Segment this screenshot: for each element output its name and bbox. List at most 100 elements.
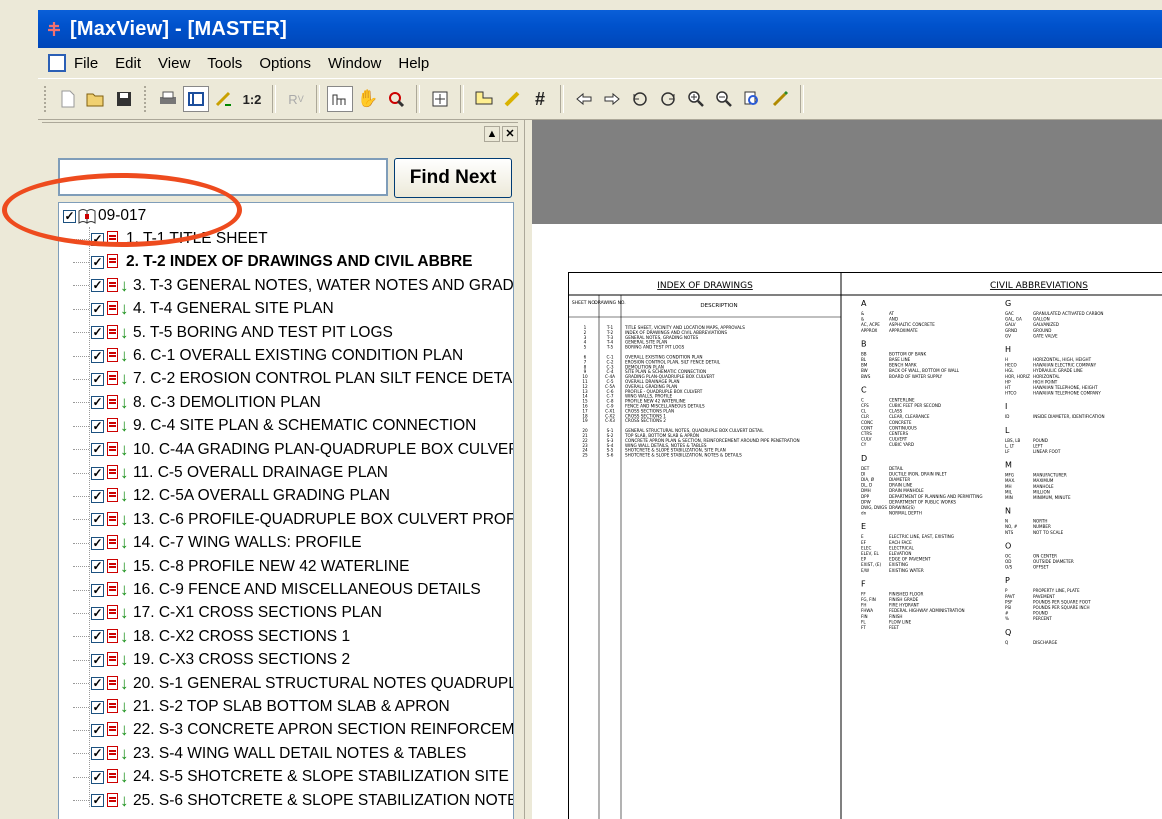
tree-item[interactable]: ✓ ↓ 18. C-X2 CROSS SECTIONS 1	[73, 626, 350, 648]
tree-item[interactable]: ✓ ↓ 13. C-6 PROFILE-QUADRUPLE BOX CULVERT …	[73, 509, 513, 531]
checkbox[interactable]: ✓	[91, 255, 104, 269]
checkbox[interactable]: ✓	[91, 723, 104, 737]
close-icon[interactable]: ✕	[502, 126, 518, 142]
drawing-sheet: INDEX OF DRAWINGS CIVIL ABBREVIATIONS SHEE…	[568, 272, 1162, 819]
tree-item-label: 12. C-5A OVERALL GRADING PLAN	[133, 487, 390, 505]
abbrev-meaning: HYDRAULIC GRADE LINE	[1033, 368, 1083, 373]
title-bar[interactable]: [MaxView] - [MASTER]	[38, 10, 1162, 48]
new-icon[interactable]	[55, 86, 81, 112]
menu-options[interactable]: Options	[259, 55, 311, 72]
zoom-in-icon[interactable]	[683, 86, 709, 112]
tree-item[interactable]: ✓ ↓ 19. C-X3 CROSS SECTIONS 2	[73, 649, 350, 671]
tree-item[interactable]: ✓ ↓ 4. T-4 GENERAL SITE PLAN	[73, 298, 334, 320]
abbrev-meaning: ELECTRICAL	[889, 545, 915, 550]
tree-item[interactable]: ✓ ↓ 8. C-3 DEMOLITION PLAN	[73, 392, 321, 414]
menu-help[interactable]: Help	[398, 55, 429, 72]
tree-item[interactable]: ✓ ↓ 24. S-5 SHOTCRETE & SLOPE STABILIZATIO…	[73, 766, 509, 788]
abbrev-code: FF	[861, 591, 866, 596]
tree-item[interactable]: ✓ ↓ 20. S-1 GENERAL STRUCTURAL NOTES QUADR…	[73, 673, 513, 695]
tree-item[interactable]: ✓ ↓ 16. C-9 FENCE AND MISCELLANEOUS DETAIL…	[73, 579, 481, 601]
abbrev-meaning: PROPERTY LINE, PLATE	[1033, 588, 1080, 593]
tree-item[interactable]: ✓ ↓ 3. T-3 GENERAL NOTES, WATER NOTES AND …	[73, 275, 513, 297]
print-icon[interactable]	[155, 86, 181, 112]
checkbox[interactable]: ✓	[91, 372, 104, 386]
checkbox[interactable]: ✓	[91, 302, 104, 316]
tree-item[interactable]: ✓ ↓ 10. C-4A GRADING PLAN-QUADRUPLE BOX CU…	[73, 439, 513, 461]
checkbox[interactable]: ✓	[91, 536, 104, 550]
measure-length-icon[interactable]	[499, 86, 525, 112]
menu-window[interactable]: Window	[328, 55, 381, 72]
restore-icon[interactable]: ▲	[484, 126, 500, 142]
checkbox[interactable]: ✓	[91, 443, 104, 457]
layout-icon[interactable]	[183, 86, 209, 112]
menu-tools[interactable]: Tools	[207, 55, 242, 72]
checkbox[interactable]: ✓	[91, 279, 104, 293]
markup-pen-icon[interactable]	[767, 86, 793, 112]
toolbar-grip[interactable]	[44, 86, 49, 112]
tree-item-label: 19. C-X3 CROSS SECTIONS 2	[133, 651, 351, 669]
tree-item[interactable]: ✓ ↓ 22. S-3 CONCRETE APRON SECTION REINFOR…	[73, 719, 513, 741]
zoom-page-icon[interactable]	[739, 86, 765, 112]
tree-item[interactable]: ✓ ↓ 11. C-5 OVERALL DRAINAGE PLAN	[73, 462, 388, 484]
checkbox[interactable]: ✓	[91, 747, 104, 761]
zoom-ratio-button[interactable]: 1:2	[239, 86, 265, 112]
checkbox[interactable]: ✓	[91, 606, 104, 620]
checkbox[interactable]: ✓	[91, 770, 104, 784]
zoom-window-icon[interactable]	[383, 86, 409, 112]
tree-connector	[73, 729, 89, 731]
tree-item[interactable]: ✓ ↓ 23. S-4 WING WALL DETAIL NOTES & TABLE…	[73, 743, 466, 765]
pan-hand-icon[interactable]: ✋	[355, 86, 381, 112]
drawing-viewer[interactable]: INDEX OF DRAWINGS CIVIL ABBREVIATIONS SHEE…	[532, 120, 1162, 819]
menu-file[interactable]: File	[74, 55, 98, 72]
checkbox[interactable]: ✓	[91, 513, 104, 527]
tree-item[interactable]: ✓ ↓ 5. T-5 BORING AND TEST PIT LOGS	[73, 322, 393, 344]
tree-item[interactable]: ✓ 2. T-2 INDEX OF DRAWINGS AND CIVIL ABBR…	[73, 251, 473, 273]
fit-icon[interactable]	[427, 86, 453, 112]
tree-item[interactable]: ✓ ↓ 25. S-6 SHOTCRETE & SLOPE STABILIZATIO…	[73, 790, 513, 812]
zoom-out-icon[interactable]	[711, 86, 737, 112]
count-button[interactable]: #	[527, 86, 553, 112]
checkbox[interactable]: ✓	[91, 700, 104, 714]
save-icon[interactable]	[111, 86, 137, 112]
select-icon[interactable]	[327, 86, 353, 112]
checkbox[interactable]: ✓	[91, 349, 104, 363]
find-next-button[interactable]: Find Next	[394, 158, 512, 198]
markup-icon[interactable]	[211, 86, 237, 112]
checkbox[interactable]: ✓	[91, 396, 104, 410]
tree-item[interactable]: ✓ ↓ 15. C-8 PROFILE NEW 42 WATERLINE	[73, 556, 409, 578]
rotate-right-icon[interactable]	[655, 86, 681, 112]
checkbox[interactable]: ✓	[91, 677, 104, 691]
tree-item[interactable]: ✓ ↓ 12. C-5A OVERALL GRADING PLAN	[73, 485, 390, 507]
abbrev-code: NTS	[1005, 530, 1014, 535]
next-page-icon[interactable]	[599, 86, 625, 112]
checkbox[interactable]: ✓	[91, 560, 104, 574]
abbrev-code: GAC	[1005, 311, 1014, 316]
checkbox[interactable]: ✓	[91, 653, 104, 667]
checkbox[interactable]: ✓	[91, 630, 104, 644]
menu-edit[interactable]: Edit	[115, 55, 141, 72]
measure-area-icon[interactable]	[471, 86, 497, 112]
tree-item[interactable]: ✓ ↓ 9. C-4 SITE PLAN & SCHEMATIC CONNECTIO…	[73, 415, 476, 437]
tree-item[interactable]: ✓ ↓ 6. C-1 OVERALL EXISTING CONDITION PLAN	[73, 345, 463, 367]
checkbox[interactable]: ✓	[91, 466, 104, 480]
tree-item[interactable]: ✓ ↓ 7. C-2 EROSION CONTROL PLAN SILT FENCE…	[73, 368, 513, 390]
menu-view[interactable]: View	[158, 55, 190, 72]
tree-connector	[73, 753, 89, 755]
open-icon[interactable]	[83, 86, 109, 112]
document-icon[interactable]	[48, 54, 66, 72]
checkbox[interactable]: ✓	[91, 419, 104, 433]
checkbox[interactable]: ✓	[91, 489, 104, 503]
rotate-left-icon[interactable]	[627, 86, 653, 112]
checkbox[interactable]: ✓	[91, 583, 104, 597]
pdf-page-icon	[106, 465, 122, 481]
tree-item[interactable]: ✓ ↓ 21. S-2 TOP SLAB BOTTOM SLAB & APRON	[73, 696, 450, 718]
checkbox[interactable]: ✓	[91, 794, 104, 808]
previous-page-icon[interactable]	[571, 86, 597, 112]
rv-icon[interactable]: RV	[283, 86, 309, 112]
tree-item[interactable]: ✓ ↓ 17. C-X1 CROSS SECTIONS PLAN	[73, 602, 382, 624]
tree-item[interactable]: ✓ ↓ 14. C-7 WING WALLS: PROFILE	[73, 532, 362, 554]
abbrev-meaning: PAVEMENT	[1033, 594, 1055, 599]
abbrev-meaning: CENTERLINE	[889, 397, 915, 402]
index-drawing-no: C-X3	[605, 418, 615, 423]
checkbox[interactable]: ✓	[91, 326, 104, 340]
